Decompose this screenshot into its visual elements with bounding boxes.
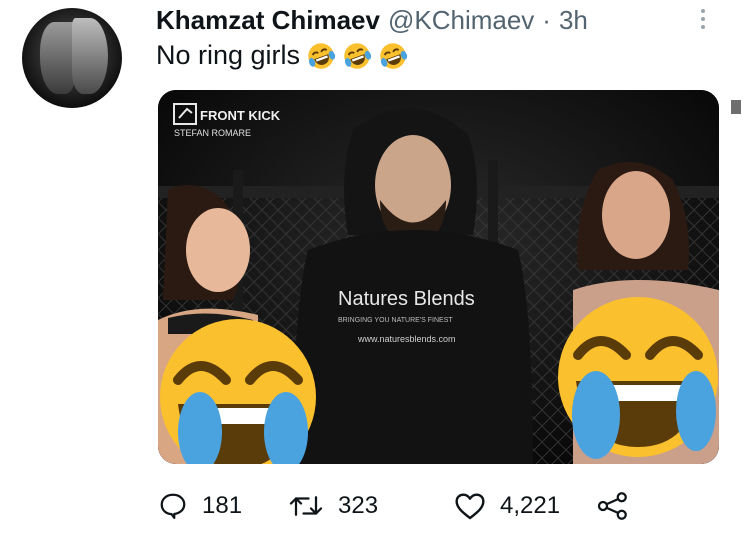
timestamp[interactable]: 3h — [559, 5, 588, 36]
retweet-icon — [289, 496, 323, 516]
laughing-emoji-icon — [558, 297, 718, 459]
separator-dot: · — [542, 4, 551, 35]
retweet-count: 323 — [338, 492, 379, 519]
photo-scene: Natures Blends BRINGING YOU NATURE'S FIN… — [158, 90, 719, 464]
laughing-emoji-icon — [344, 42, 372, 69]
share-button[interactable] — [596, 486, 630, 526]
hoodie-tagline: BRINGING YOU NATURE'S FINEST — [338, 317, 453, 324]
heart-icon — [455, 493, 485, 520]
display-name[interactable]: Khamzat Chimaev — [156, 5, 380, 36]
laughing-emoji-icon — [380, 42, 408, 69]
avatar-face-half — [40, 22, 76, 94]
watermark-brand: FRONT KICK — [200, 108, 281, 123]
avatar[interactable] — [22, 8, 122, 108]
hoodie-brand: Natures Blends — [338, 288, 475, 310]
edge-indicator — [731, 100, 741, 114]
hoodie-url: www.naturesblends.com — [357, 334, 456, 344]
tweet-media-photo[interactable]: Natures Blends BRINGING YOU NATURE'S FIN… — [158, 90, 719, 464]
reply-button[interactable]: 181 — [158, 486, 242, 526]
like-button[interactable]: 4,221 — [454, 486, 560, 526]
laughing-emoji-icon — [308, 42, 336, 69]
tweet-text: No ring girls — [156, 40, 408, 71]
retweet-button[interactable]: 323 — [288, 486, 378, 526]
like-count: 4,221 — [500, 492, 561, 519]
tweet-actions: 181 323 4,221 — [158, 486, 638, 526]
avatar-wolf-half — [72, 18, 108, 94]
tweet-text-content: No ring girls — [156, 40, 301, 70]
tweet-header: Khamzat Chimaev @KChimaev · 3h — [156, 2, 588, 38]
share-icon — [597, 492, 627, 520]
speech-bubble-icon — [160, 493, 186, 519]
watermark-credit: STEFAN ROMARE — [174, 128, 251, 138]
reply-count: 181 — [202, 492, 243, 519]
handle[interactable]: @KChimaev — [388, 5, 534, 36]
more-vertical-icon[interactable] — [693, 4, 713, 34]
